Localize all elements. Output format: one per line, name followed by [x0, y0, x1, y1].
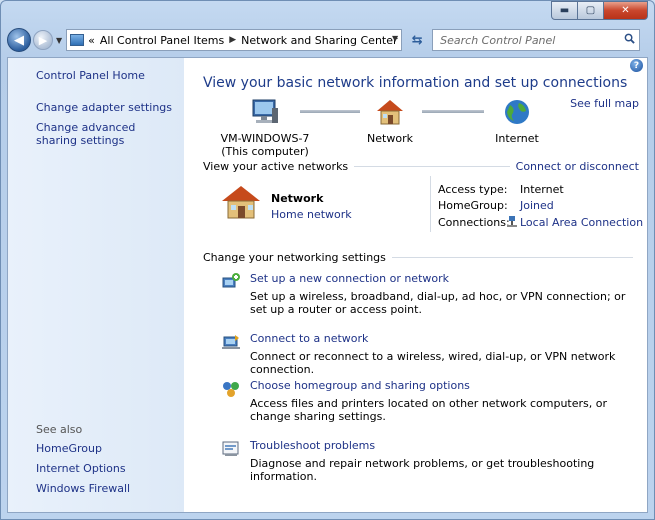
map-node-internet[interactable]: Internet	[487, 98, 547, 145]
sidebar-change-adapter-settings[interactable]: Change adapter settings	[36, 101, 176, 114]
page-title: View your basic network information and …	[203, 75, 628, 91]
task-troubleshoot-desc: Diagnose and repair network problems, or…	[250, 457, 595, 483]
computer-icon	[252, 99, 278, 123]
active-networks-section: View your active networks Connect or dis…	[203, 160, 639, 173]
control-panel-icon	[70, 34, 85, 46]
change-settings-heading: Change your networking settings	[203, 251, 386, 264]
sidebar-windows-firewall[interactable]: Windows Firewall	[36, 482, 176, 495]
breadcrumb-network-sharing[interactable]: Network and Sharing Center	[241, 34, 397, 47]
task-troubleshoot[interactable]: Troubleshoot problems	[250, 439, 375, 452]
minimize-button[interactable]: ▬	[551, 1, 578, 20]
local-area-connection-link[interactable]: Local Area Connection	[520, 216, 643, 229]
task-choose-homegroup[interactable]: Choose homegroup and sharing options	[250, 379, 470, 392]
task-choose-homegroup-desc: Access files and printers located on oth…	[250, 397, 608, 423]
access-type-label: Access type:	[438, 183, 508, 196]
homegroup-label: HomeGroup:	[438, 199, 508, 212]
address-bar[interactable]: « All Control Panel Items ▶ Network and …	[66, 29, 403, 51]
see-full-map-link[interactable]: See full map	[570, 97, 639, 110]
map-link-line	[300, 110, 360, 113]
home-network-icon	[222, 186, 260, 219]
task-connect-to-network[interactable]: Connect to a network	[250, 332, 368, 345]
access-type-value: Internet	[520, 183, 564, 196]
task-setup-new-connection[interactable]: Set up a new connection or network	[250, 272, 449, 285]
address-prefix[interactable]: «	[88, 34, 95, 47]
maximize-button[interactable]: ▢	[578, 1, 604, 20]
window: ▬ ▢ ✕ ◀ ▶ ▼ « All Control Panel Items ▶ …	[0, 0, 655, 520]
network-node-label: Network	[367, 132, 413, 145]
navigation-bar: ◀ ▶ ▼ « All Control Panel Items ▶ Networ…	[7, 27, 648, 53]
change-settings-section: Change your networking settings	[203, 251, 639, 264]
sidebar-internet-options[interactable]: Internet Options	[36, 462, 176, 475]
recent-pages-dropdown-icon[interactable]: ▼	[56, 36, 62, 45]
connect-network-icon	[222, 335, 240, 349]
homegroup-joined-link[interactable]: Joined	[520, 199, 554, 212]
divider	[430, 176, 431, 232]
client-area: Control Panel Home Change adapter settin…	[7, 57, 648, 513]
refresh-icon[interactable]: ⇆	[406, 29, 428, 51]
map-link-line	[422, 110, 484, 113]
close-button[interactable]: ✕	[604, 1, 648, 20]
sidebar-homegroup[interactable]: HomeGroup	[36, 442, 176, 455]
new-connection-icon	[222, 273, 240, 288]
computer-name: VM-WINDOWS-7	[220, 132, 310, 145]
home-network-icon	[377, 100, 403, 125]
sidebar: Control Panel Home Change adapter settin…	[8, 58, 184, 512]
sidebar-change-advanced-sharing[interactable]: Change advanced sharing settings	[36, 121, 176, 147]
network-type-link[interactable]: Home network	[271, 208, 352, 221]
caption-buttons: ▬ ▢ ✕	[551, 1, 648, 20]
active-network-name: Network	[271, 192, 324, 205]
connect-or-disconnect-link[interactable]: Connect or disconnect	[516, 160, 639, 173]
address-dropdown-icon[interactable]: ▼	[392, 34, 398, 43]
troubleshoot-icon	[222, 441, 239, 456]
main-content: ? View your basic network information an…	[184, 58, 647, 512]
breadcrumb-all-items[interactable]: All Control Panel Items	[100, 34, 224, 47]
active-networks-heading: View your active networks	[203, 160, 349, 173]
homegroup-icon	[223, 382, 239, 397]
sidebar-control-panel-home[interactable]: Control Panel Home	[36, 69, 176, 82]
back-button[interactable]: ◀	[7, 28, 31, 52]
internet-node-label: Internet	[495, 132, 539, 145]
task-setup-new-connection-desc: Set up a wireless, broadband, dial-up, a…	[250, 290, 626, 316]
forward-button[interactable]: ▶	[33, 30, 53, 50]
wired-connection-icon	[507, 216, 517, 227]
search-icon[interactable]	[624, 33, 635, 44]
computer-subtitle: (This computer)	[221, 145, 309, 158]
map-node-computer[interactable]: VM-WINDOWS-7 (This computer)	[220, 98, 310, 158]
search-input[interactable]: Search Control Panel	[432, 29, 641, 51]
connections-label: Connections:	[438, 216, 510, 229]
breadcrumb-separator-icon[interactable]: ▶	[229, 35, 236, 45]
map-node-network[interactable]: Network	[360, 98, 420, 145]
see-also-heading: See also	[36, 423, 83, 436]
globe-icon	[505, 100, 529, 124]
search-placeholder: Search Control Panel	[440, 33, 556, 47]
help-icon[interactable]: ?	[630, 59, 643, 72]
task-connect-to-network-desc: Connect or reconnect to a wireless, wire…	[250, 350, 616, 376]
